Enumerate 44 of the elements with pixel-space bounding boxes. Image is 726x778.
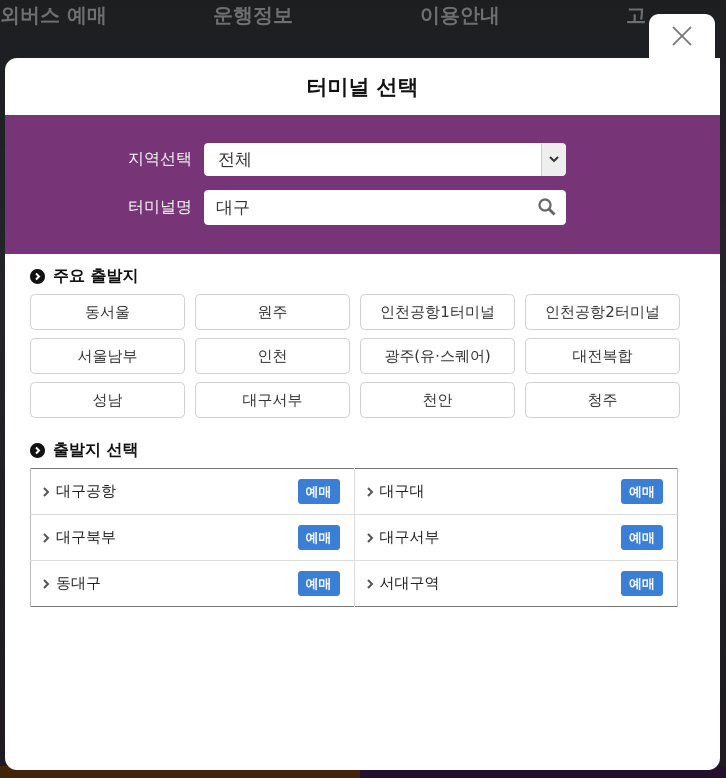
section-heading: 출발지 선택 (53, 440, 139, 460)
reserve-button[interactable]: 예매 (621, 571, 663, 596)
terminal-button[interactable]: 서울남부 (30, 338, 185, 374)
terminal-button[interactable]: 인천 (195, 338, 350, 374)
terminal-name[interactable]: 대구공항 (56, 482, 292, 501)
terminal-button[interactable]: 동서울 (30, 294, 185, 330)
reserve-button[interactable]: 예매 (298, 479, 340, 504)
chevron-right-icon (366, 532, 374, 542)
terminal-name[interactable]: 서대구역 (380, 574, 615, 593)
chevron-right-icon (366, 578, 374, 588)
terminal-button[interactable]: 광주(유·스퀘어) (360, 338, 515, 374)
terminal-button[interactable]: 청주 (525, 382, 680, 418)
terminal-button[interactable]: 대전복합 (525, 338, 680, 374)
terminal-button[interactable]: 대구서부 (195, 382, 350, 418)
chevron-down-icon (549, 156, 559, 163)
terminal-name[interactable]: 대구대 (380, 482, 615, 501)
terminal-search-field[interactable]: 대구 (204, 190, 566, 225)
chevron-right-icon (43, 578, 50, 588)
reserve-button[interactable]: 예매 (298, 571, 340, 596)
terminal-name[interactable]: 동대구 (56, 574, 292, 593)
chevron-right-icon (366, 486, 374, 496)
reserve-button[interactable]: 예매 (621, 525, 663, 550)
terminal-button[interactable]: 성남 (30, 382, 185, 418)
terminal-name[interactable]: 대구서부 (380, 528, 615, 547)
section-heading: 주요 출발지 (53, 266, 139, 286)
terminal-button[interactable]: 인천공항2터미널 (525, 294, 680, 330)
reserve-button[interactable]: 예매 (621, 479, 663, 504)
close-button[interactable] (649, 14, 715, 58)
terminal-button[interactable]: 원주 (195, 294, 350, 330)
terminal-name[interactable]: 대구북부 (56, 528, 292, 547)
search-icon (538, 198, 556, 216)
arrow-circle-icon (30, 268, 45, 284)
dialog-title: 터미널 선택 (305, 74, 420, 100)
terminal-button[interactable]: 천안 (360, 382, 515, 418)
select-value: 전체 (217, 149, 253, 171)
field-label: 터미널명 (127, 197, 193, 218)
chevron-right-icon (43, 532, 50, 542)
reserve-button[interactable]: 예매 (298, 525, 340, 550)
arrow-circle-icon (30, 442, 45, 458)
terminal-button[interactable]: 인천공항1터미널 (360, 294, 515, 330)
field-label: 지역선택 (127, 149, 193, 170)
chevron-right-icon (43, 486, 50, 496)
close-icon (671, 25, 693, 47)
region-select[interactable]: 전체 (204, 143, 566, 176)
